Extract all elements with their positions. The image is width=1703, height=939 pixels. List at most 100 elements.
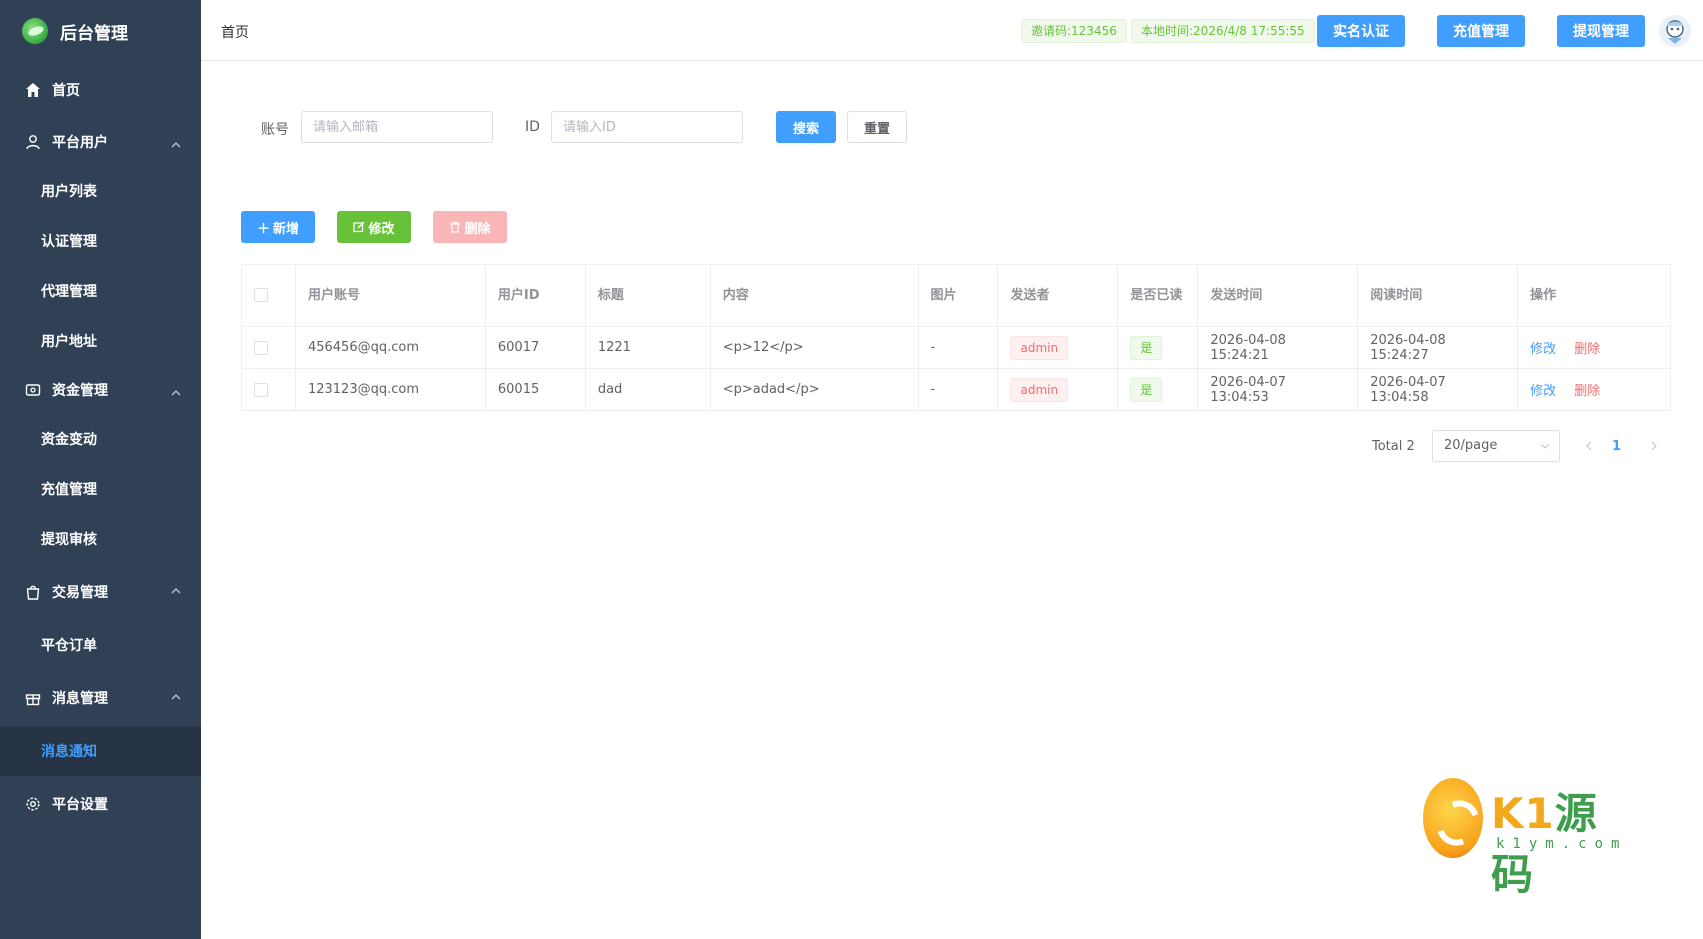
- sidebar-item-user-address[interactable]: 用户地址: [0, 316, 201, 366]
- app-title: 后台管理: [60, 23, 128, 44]
- chevron-down-icon: [1541, 444, 1549, 449]
- add-button[interactable]: ＋ 新增: [241, 211, 315, 243]
- chevron-left-icon: [1586, 441, 1592, 451]
- edit-button[interactable]: 修改: [337, 211, 411, 243]
- sidebar-item-user-list[interactable]: 用户列表: [0, 166, 201, 216]
- search-button[interactable]: 搜索: [776, 111, 836, 143]
- row-delete-link[interactable]: 删除: [1574, 342, 1600, 357]
- trash-icon: [450, 221, 461, 233]
- cell-account: 123123@qq.com: [295, 368, 486, 411]
- sidebar-item-verification[interactable]: 认证管理: [0, 216, 201, 266]
- sidebar-group-label: 消息管理: [52, 691, 108, 707]
- local-time-badge: 本地时间:2026/4/8 17:55:55: [1131, 19, 1315, 43]
- row-delete-link[interactable]: 删除: [1574, 384, 1600, 399]
- read-tag: 是: [1130, 335, 1163, 360]
- sidebar-group-label: 交易管理: [52, 585, 108, 601]
- cell-read: 是: [1117, 326, 1199, 369]
- sidebar-item-label: 平台设置: [52, 797, 108, 813]
- table-row: 456456@qq.com 60017 1221 <p>12</p> - adm…: [241, 326, 1671, 369]
- sidebar-group-trade[interactable]: 交易管理: [0, 564, 201, 620]
- column-header: 是否已读: [1117, 264, 1199, 327]
- edit-icon: [353, 221, 365, 233]
- sidebar: 后台管理 首页 平台用户 用户列表 认证管理 代理管理 用户地址 资金管理 资金…: [0, 0, 201, 939]
- verify-button[interactable]: 实名认证: [1317, 15, 1405, 47]
- reset-button-label: 重置: [863, 121, 890, 137]
- account-label: 账号: [261, 122, 289, 138]
- home-icon: [24, 81, 42, 99]
- row-select-cell: [241, 368, 296, 411]
- top-header: 首页 邀请码:123456 本地时间:2026/4/8 17:55:55 实名认…: [201, 0, 1703, 61]
- reset-button[interactable]: 重置: [847, 111, 907, 143]
- sidebar-item-closed-orders[interactable]: 平仓订单: [0, 620, 201, 670]
- chevron-up-icon: [171, 588, 181, 594]
- sidebar-item-label: 首页: [52, 83, 80, 99]
- cell-actions: 修改 删除: [1517, 326, 1671, 369]
- chevron-up-icon: [171, 142, 181, 148]
- plus-icon: ＋: [256, 221, 270, 237]
- cell-content: <p>adad</p>: [710, 368, 919, 411]
- pagination-next[interactable]: [1644, 433, 1664, 459]
- submenu-funds: 资金变动 充值管理 提现审核: [0, 414, 201, 564]
- delete-button[interactable]: 删除: [433, 211, 507, 243]
- sidebar-item-fund-changes[interactable]: 资金变动: [0, 414, 201, 464]
- chevron-up-icon: [171, 390, 181, 396]
- pagination-prev[interactable]: [1579, 433, 1599, 459]
- sidebar-item-recharge[interactable]: 充值管理: [0, 464, 201, 514]
- sidebar-item-settings[interactable]: 平台设置: [0, 776, 201, 832]
- sidebar-item-withdraw-review[interactable]: 提现审核: [0, 514, 201, 564]
- sender-tag: admin: [1010, 335, 1069, 360]
- message-table: 用户账号 用户ID 标题 内容 图片 发送者 是否已读 发送时间 阅读时间 操作…: [241, 264, 1671, 411]
- page-size-value: 20/page: [1444, 438, 1498, 453]
- breadcrumb[interactable]: 首页: [221, 22, 249, 42]
- id-input[interactable]: [551, 111, 743, 143]
- table-row: 123123@qq.com 60015 dad <p>adad</p> - ad…: [241, 368, 1671, 411]
- withdraw-button[interactable]: 提现管理: [1557, 15, 1645, 47]
- cell-sender: admin: [997, 368, 1119, 411]
- column-header: 操作: [1517, 264, 1671, 327]
- column-header: 发送者: [997, 264, 1119, 327]
- cell-sender: admin: [997, 326, 1119, 369]
- column-header: 发送时间: [1197, 264, 1359, 327]
- sidebar-group-label: 资金管理: [52, 383, 108, 399]
- account-input[interactable]: [301, 111, 493, 143]
- row-checkbox[interactable]: [254, 382, 268, 397]
- sender-tag: admin: [1010, 377, 1069, 402]
- sidebar-item-home[interactable]: 首页: [0, 62, 201, 118]
- sidebar-group-messages[interactable]: 消息管理: [0, 670, 201, 726]
- sidebar-group-funds[interactable]: 资金管理: [0, 366, 201, 414]
- select-all-checkbox[interactable]: [254, 288, 268, 302]
- invite-code-badge: 邀请码:123456: [1021, 19, 1127, 43]
- bag-icon: [24, 583, 42, 601]
- cell-title: dad: [585, 368, 711, 411]
- sidebar-item-agents[interactable]: 代理管理: [0, 266, 201, 316]
- sidebar-group-label: 平台用户: [52, 135, 108, 151]
- cell-send-time: 2026-04-07 13:04:53: [1197, 368, 1359, 411]
- sidebar-group-platform-users[interactable]: 平台用户: [0, 118, 201, 166]
- cell-title: 1221: [585, 326, 711, 369]
- cell-image: -: [918, 368, 999, 411]
- pagination-total: Total 2: [1372, 439, 1415, 454]
- page-size-select[interactable]: 20/page: [1432, 430, 1560, 462]
- row-edit-link[interactable]: 修改: [1530, 342, 1556, 357]
- cell-read-time: 2026-04-08 15:24:27: [1357, 326, 1519, 369]
- sidebar-item-message-notify[interactable]: 消息通知: [0, 726, 201, 776]
- gear-icon: [24, 795, 42, 813]
- avatar[interactable]: [1659, 15, 1691, 47]
- recharge-button[interactable]: 充值管理: [1437, 15, 1525, 47]
- column-header: 内容: [710, 264, 919, 327]
- add-button-label: 新增: [273, 221, 300, 237]
- submenu-trade: 平仓订单: [0, 620, 201, 670]
- row-select-cell: [241, 326, 296, 369]
- read-tag: 是: [1130, 377, 1163, 402]
- submenu-platform-users: 用户列表 认证管理 代理管理 用户地址: [0, 166, 201, 366]
- cell-actions: 修改 删除: [1517, 368, 1671, 411]
- column-header: 阅读时间: [1357, 264, 1519, 327]
- row-checkbox[interactable]: [254, 340, 268, 355]
- pagination-page[interactable]: 1: [1612, 439, 1621, 454]
- wallet-icon: [24, 381, 42, 399]
- app-logo: 后台管理: [0, 0, 201, 62]
- row-edit-link[interactable]: 修改: [1530, 384, 1556, 399]
- chevron-right-icon: [1651, 441, 1657, 451]
- watermark-domain: k1ym.com: [1496, 836, 1628, 852]
- watermark-logo: K1源码 k1ym.com: [1423, 778, 1633, 899]
